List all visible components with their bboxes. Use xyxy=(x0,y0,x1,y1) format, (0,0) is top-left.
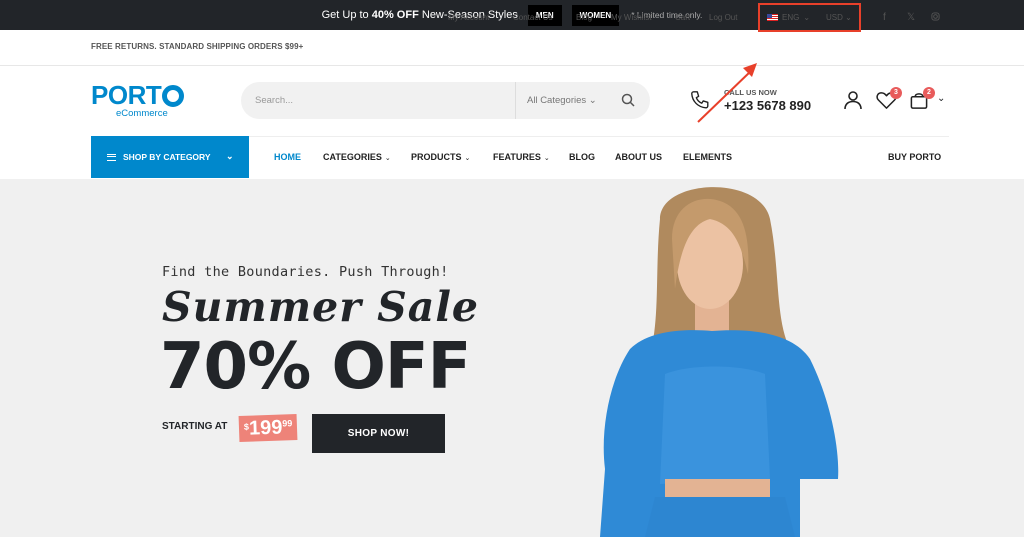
instagram-icon[interactable] xyxy=(931,12,940,24)
x-icon[interactable]: 𝕏 xyxy=(907,12,915,23)
hero-discount: 70% OFF xyxy=(160,330,471,404)
chevron-down-icon: ⌄ xyxy=(384,155,391,162)
nav-about-us[interactable]: ABOUT US xyxy=(615,152,662,162)
promo-pre: Get Up to xyxy=(321,9,369,21)
nav-home-label: HOME xyxy=(274,152,301,162)
chevron-down-icon: ⌄ xyxy=(803,13,811,22)
category-select[interactable]: All Categories ⌄ xyxy=(515,82,607,119)
nav-products-label: PRODUCTS xyxy=(411,152,462,162)
shipping-notice: FREE RETURNS. STANDARD SHIPPING ORDERS $… xyxy=(91,42,304,51)
shop-now-button[interactable]: SHOP NOW! xyxy=(312,414,445,453)
shop-by-category-label: SHOP BY CATEGORY xyxy=(123,152,211,162)
chevron-down-icon: ⌄ xyxy=(588,95,597,106)
chevron-down-icon: ⌄ xyxy=(226,151,234,161)
my-account-link[interactable]: My Account xyxy=(448,13,489,22)
nav-elements-label: ELEMENTS xyxy=(683,152,733,162)
hero-banner xyxy=(0,179,1024,537)
my-wishlist-link[interactable]: My Wishlist xyxy=(611,13,651,22)
cart-link[interactable]: Cart xyxy=(675,13,690,22)
hero-tagline: Find the Boundaries. Push Through! xyxy=(162,264,449,280)
starting-at-label: STARTING AT xyxy=(162,421,228,432)
category-select-label: All Categories xyxy=(527,95,587,106)
log-out-link[interactable]: Log Out xyxy=(709,13,737,22)
pants-shape xyxy=(645,497,795,537)
midriff-shape xyxy=(665,479,770,497)
logo-subtitle: eCommerce xyxy=(116,108,168,119)
nav-categories-label: CATEGORIES xyxy=(323,152,382,162)
top-bar: FREE RETURNS. STANDARD SHIPPING ORDERS $… xyxy=(0,30,1024,66)
cart-count-badge: 2 xyxy=(923,87,935,99)
porto-logo[interactable]: PORT eCommerce xyxy=(91,80,185,119)
nav-elements[interactable]: ELEMENTS xyxy=(683,152,732,162)
account-icon[interactable] xyxy=(843,90,863,115)
currency-label: USD xyxy=(826,13,843,22)
search-icon[interactable] xyxy=(621,93,635,112)
chevron-down-icon: ⌄ xyxy=(845,13,852,22)
call-us-label: CALL US NOW xyxy=(724,88,777,97)
nav-features[interactable]: FEATURES ⌄ xyxy=(493,152,550,162)
price-cents: 99 xyxy=(282,418,293,429)
currency-switcher[interactable]: USD ⌄ xyxy=(826,13,852,22)
phone-icon xyxy=(689,89,711,116)
top-shape xyxy=(660,366,770,484)
hamburger-icon xyxy=(107,153,116,161)
nav-categories[interactable]: CATEGORIES ⌄ xyxy=(323,152,391,162)
us-flag-icon xyxy=(767,14,778,21)
logo-wordmark: PORT xyxy=(91,80,162,110)
chevron-down-icon: ⌄ xyxy=(464,155,471,162)
price-tag: $ 199 99 xyxy=(238,413,298,443)
buy-porto-link[interactable]: BUY PORTO xyxy=(888,152,941,162)
model-photo xyxy=(600,187,839,537)
language-switcher[interactable]: ENG ⌄ xyxy=(767,13,810,22)
chevron-down-icon: ⌄ xyxy=(543,155,550,162)
logo-o-ring xyxy=(162,85,185,107)
chevron-down-icon[interactable]: ⌄ xyxy=(937,93,945,104)
hero-title: Summer Sale xyxy=(162,283,479,331)
wishlist-count-badge: 3 xyxy=(890,87,902,99)
language-label: ENG xyxy=(782,13,800,22)
nav-divider xyxy=(249,136,949,137)
shop-by-category-button[interactable]: SHOP BY CATEGORY ⌄ xyxy=(91,136,249,178)
nav-about-us-label: ABOUT US xyxy=(615,152,662,162)
nav-blog-label: BLOG xyxy=(569,152,595,162)
nav-home[interactable]: HOME xyxy=(274,152,301,162)
facebook-icon[interactable]: f xyxy=(883,12,886,23)
price-whole: 199 xyxy=(248,416,283,440)
search-input[interactable]: Search... xyxy=(255,95,293,106)
search-bar: Search... All Categories ⌄ xyxy=(241,82,650,119)
promo-bar: Get Up to 40% OFF New-Season Styles MEN … xyxy=(0,0,1024,30)
nav-features-label: FEATURES xyxy=(493,152,541,162)
blog-top-link[interactable]: Blog xyxy=(576,13,592,22)
promo-highlight: 40% OFF xyxy=(371,9,419,21)
phone-number[interactable]: +123 5678 890 xyxy=(724,98,811,113)
nav-blog[interactable]: BLOG xyxy=(569,152,595,162)
contact-us-link[interactable]: Contact Us xyxy=(513,13,553,22)
nav-products[interactable]: PRODUCTS ⌄ xyxy=(411,152,470,162)
